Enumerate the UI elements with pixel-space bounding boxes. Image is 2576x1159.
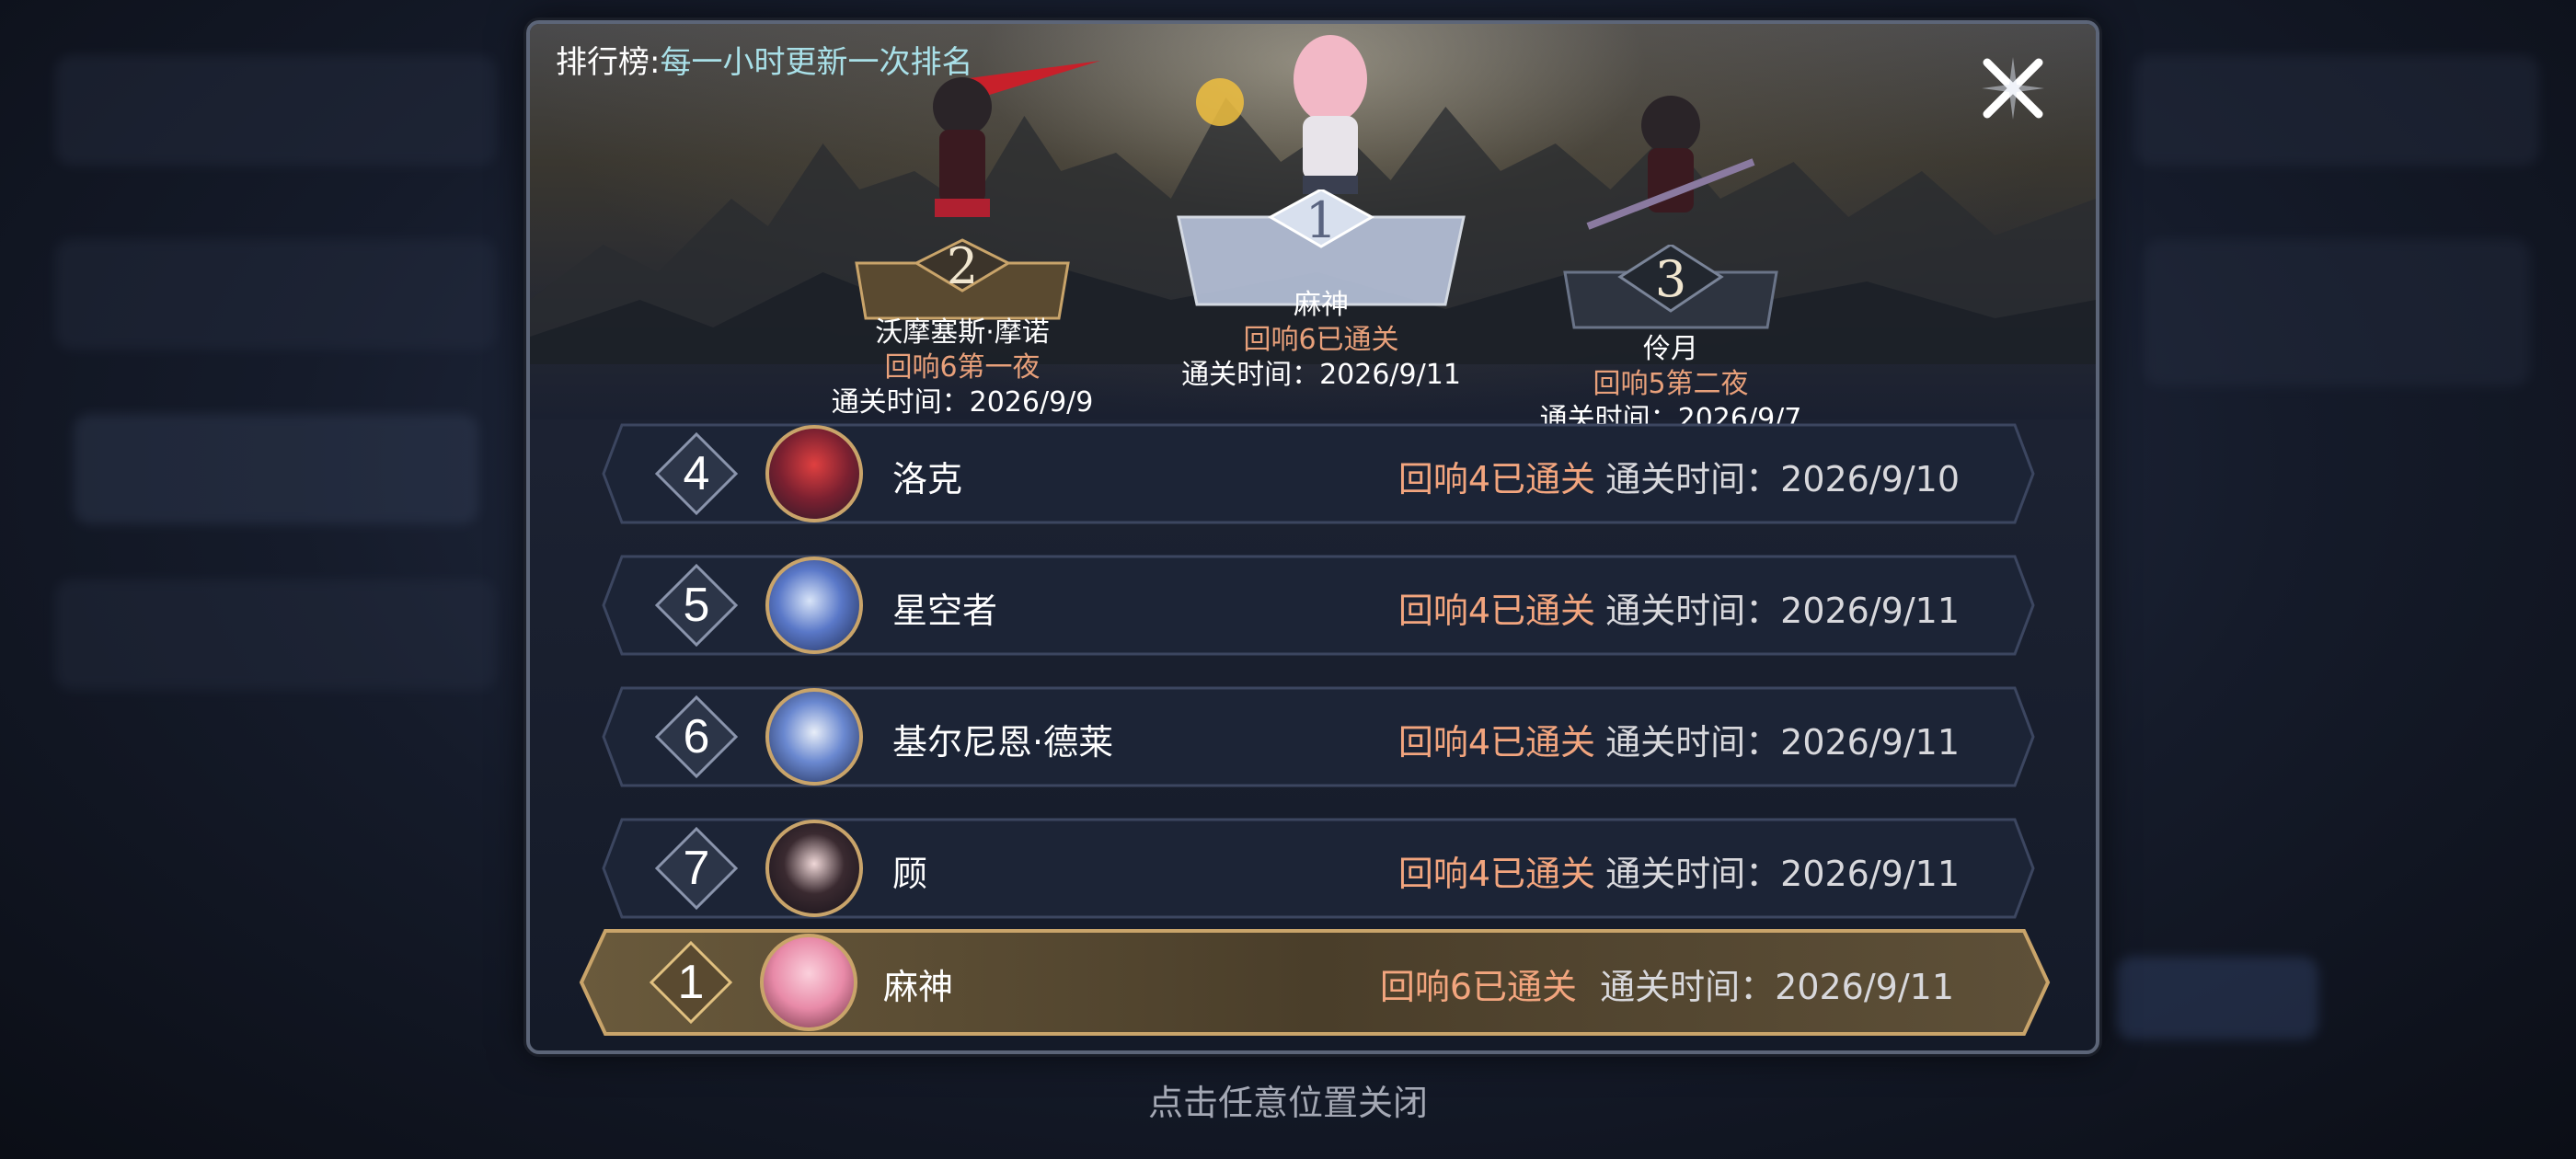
clear-status: 回响4已通关 — [1397, 591, 1595, 631]
clear-time: 通关时间：2026/9/11 — [1605, 722, 1960, 763]
podium-time: 通关时间：2026/9/11 — [1181, 359, 1461, 391]
podium-bronze-plaque: 3 — [1563, 245, 1778, 329]
podium-rank-number: 3 — [1655, 250, 1686, 308]
rank-number: 4 — [683, 447, 710, 500]
player-name: 基尔尼恩·德莱 — [892, 722, 1114, 763]
list-item[interactable]: 5 星空者 回响4已通关 通关时间：2026/9/11 — [585, 551, 2052, 660]
list-item[interactable]: 6 基尔尼恩·德莱 回响4已通关 通关时间：2026/9/11 — [585, 683, 2052, 791]
leaderboard-title: 排行榜: — [556, 44, 661, 81]
clear-status: 回响4已通关 — [1397, 459, 1595, 499]
clear-status: 回响6已通关 — [1379, 967, 1577, 1007]
podium-scene: 排行榜:每一小时更新一次排名 2 沃摩塞斯·摩诺 回响6第一夜 通关时间：202… — [530, 24, 2096, 435]
rank-number: 6 — [683, 710, 710, 763]
podium-rank-2: 2 沃摩塞斯·摩诺 回响6第一夜 通关时间：2026/9/9 — [824, 42, 1100, 419]
clear-time: 通关时间：2026/9/10 — [1605, 459, 1960, 499]
podium-time: 通关时间：2026/9/9 — [831, 386, 1094, 419]
clear-time: 通关时间：2026/9/11 — [1605, 591, 1960, 631]
clear-time: 通关时间：2026/9/11 — [1600, 967, 1954, 1007]
close-button[interactable] — [1978, 53, 2048, 123]
clear-status: 回响4已通关 — [1397, 722, 1595, 763]
tap-to-close-hint[interactable]: 点击任意位置关闭 — [0, 1074, 2576, 1125]
podium-rank-1: 1 麻神 回响6已通关 通关时间：2026/9/11 — [1165, 24, 1478, 410]
character-figure — [933, 61, 1100, 217]
player-name: 麻神 — [883, 967, 954, 1007]
podium-rank-3: 3 伶月 回响5第二夜 通关时间：2026/9/7 — [1533, 61, 1809, 438]
avatar — [765, 820, 863, 917]
character-figure — [1586, 96, 1755, 230]
avatar — [760, 934, 857, 1031]
player-name: 顾 — [892, 854, 928, 894]
player-name: 洛克 — [892, 459, 963, 499]
player-name: 星空者 — [892, 591, 998, 631]
avatar — [765, 425, 863, 522]
leaderboard-panel: 排行榜:每一小时更新一次排名 2 沃摩塞斯·摩诺 回响6第一夜 通关时间：202… — [526, 20, 2099, 1054]
podium-rank-number: 2 — [947, 237, 978, 295]
avatar — [765, 688, 863, 786]
rank-number: 5 — [683, 579, 710, 632]
rank-number: 7 — [683, 842, 710, 895]
clear-time: 通关时间：2026/9/11 — [1605, 854, 1960, 894]
list-item[interactable]: 4 洛克 回响4已通关 通关时间：2026/9/10 — [585, 419, 2052, 528]
clear-status: 回响4已通关 — [1397, 854, 1595, 894]
list-item[interactable]: 7 顾 回响4已通关 通关时间：2026/9/11 — [585, 814, 2052, 923]
close-x-icon — [1982, 57, 2044, 120]
rank-number: 1 — [677, 956, 705, 1009]
podium-rank-number: 1 — [1305, 191, 1337, 249]
avatar — [765, 557, 863, 654]
character-figure — [1196, 35, 1367, 194]
self-rank-row[interactable]: 1 麻神 回响6已通关 通关时间：2026/9/11 — [574, 927, 2055, 1036]
